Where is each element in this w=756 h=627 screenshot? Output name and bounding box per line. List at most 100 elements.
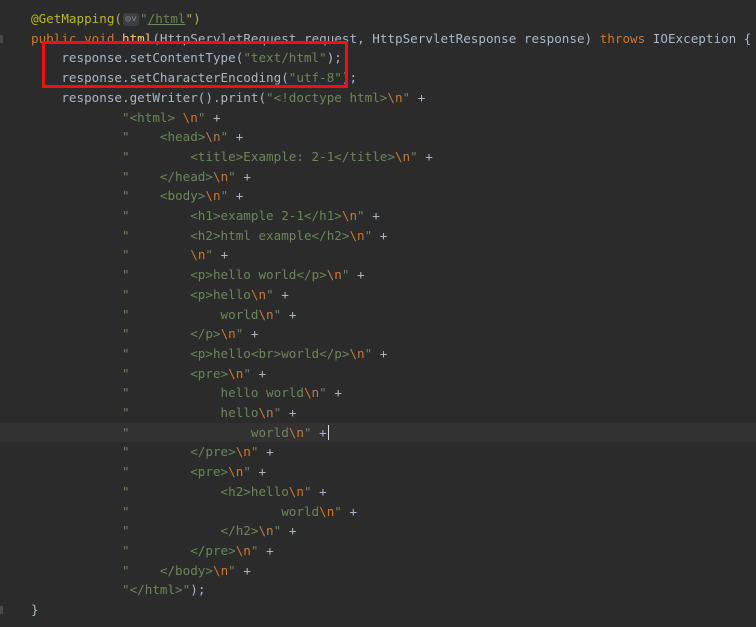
code-line[interactable]: " </p>\n" + — [0, 324, 756, 344]
code-token: " <body> — [31, 188, 206, 204]
code-line[interactable]: " world\n" + — [0, 305, 756, 325]
code-token: \n — [235, 444, 251, 460]
code-line[interactable]: " </pre>\n" + — [0, 442, 756, 462]
code-line[interactable]: " world\n" + — [0, 422, 756, 443]
code-line[interactable]: public void html(HttpServletRequest requ… — [0, 29, 756, 49]
code-line[interactable]: " \n" + — [0, 245, 756, 265]
code-line-text: " <body>\n" + — [31, 186, 243, 206]
code-editor[interactable]: @GetMapping(⊙˅ "/html") public void html(H… — [0, 0, 756, 627]
code-line-text: " </h2>\n" + — [31, 521, 296, 541]
code-line[interactable]: " <body>\n" + — [0, 186, 756, 206]
code-token: "text/html" — [243, 50, 327, 66]
code-token: + — [364, 208, 380, 223]
code-token: + — [341, 503, 358, 519]
code-token: \n — [258, 523, 274, 539]
code-line[interactable]: " <p>hello world</p>\n" + — [0, 265, 756, 285]
code-line[interactable]: response.getWriter().print("<!doctype ht… — [0, 88, 756, 108]
code-line[interactable]: " <pre>\n" + — [0, 462, 756, 482]
code-line[interactable]: " <head>\n" + — [0, 127, 756, 147]
code-token: "utf-8" — [288, 70, 342, 86]
code-token: response.setCharacterEncoding( — [31, 70, 289, 86]
code-token: + — [205, 109, 221, 125]
code-line[interactable]: @GetMapping(⊙˅ "/html") — [0, 9, 756, 29]
code-line-text: " </p>\n" + — [31, 324, 259, 344]
code-token: + — [372, 345, 388, 361]
code-line[interactable]: "<html> \n" + — [0, 108, 756, 128]
code-line-text: @GetMapping(⊙˅ "/html") — [31, 9, 201, 29]
code-token: ); — [190, 582, 206, 598]
code-token: \n — [250, 286, 267, 302]
code-token: throws — [599, 30, 653, 46]
code-line-text: " hello\n" + — [31, 403, 296, 423]
code-line[interactable]: " <p>hello\n" + — [0, 285, 756, 305]
code-token: " world — [31, 503, 320, 519]
code-token: "<!doctype html> — [266, 89, 388, 105]
code-token: \n — [220, 326, 236, 342]
code-token: " </body> — [31, 562, 213, 578]
fold-marker-icon[interactable] — [0, 34, 3, 43]
code-token: + — [258, 542, 274, 558]
fold-marker-icon[interactable] — [0, 606, 3, 614]
code-line[interactable]: " world\n" + — [0, 502, 756, 522]
code-line[interactable]: " </head>\n" + — [0, 167, 756, 187]
code-line-text: " world\n" + — [31, 502, 357, 522]
code-token: \n — [394, 148, 411, 164]
code-line[interactable]: " <h2>html example</h2>\n" + — [0, 226, 756, 246]
code-token: + — [417, 148, 433, 164]
code-token: \n — [212, 168, 229, 184]
code-line-text: " world\n" + — [31, 305, 296, 325]
code-line[interactable]: " <h2>hello\n" + — [0, 482, 756, 502]
code-line[interactable]: " </pre>\n" + — [0, 541, 756, 561]
code-token: " world — [31, 424, 289, 440]
code-token: , HttpServletResponse response) — [357, 30, 600, 46]
web-endpoint-inlay-icon[interactable]: ⊙˅ — [123, 13, 140, 26]
code-line[interactable]: " </h2>\n" + — [0, 521, 756, 541]
code-line[interactable]: } — [0, 600, 756, 620]
code-line[interactable]: " hello\n" + — [0, 403, 756, 423]
code-line-text: " <head>\n" + — [31, 127, 243, 147]
code-line[interactable]: " hello world\n" + — [0, 383, 756, 403]
code-token: \n — [205, 188, 221, 204]
code-token: @GetMapping( — [31, 11, 122, 26]
code-line-text: public void html(HttpServletRequest requ… — [31, 29, 751, 49]
code-line[interactable]: " <pre>\n" + — [0, 364, 756, 384]
code-token: " <p>hello — [31, 286, 251, 302]
code-token: \n — [258, 405, 274, 420]
code-line-text: " hello world\n" + — [31, 383, 342, 403]
code-token: " — [243, 365, 251, 381]
code-token: \n — [387, 89, 403, 105]
code-line[interactable]: " <h1>example 2-1</h1>\n" + — [0, 206, 756, 226]
code-token: " world — [31, 306, 259, 322]
code-token: "<html> — [31, 109, 183, 125]
code-line[interactable]: " <p>hello<br>world</p>\n" + — [0, 344, 756, 364]
code-line-text: " <pre>\n" + — [31, 364, 266, 384]
code-token: " — [243, 464, 251, 480]
code-line[interactable]: response.setCharacterEncoding("utf-8"); — [0, 68, 756, 88]
code-token: + — [250, 365, 267, 381]
code-token: \n — [258, 306, 274, 322]
code-line[interactable]: " <title>Example: 2-1</title>\n" + — [0, 147, 756, 167]
code-line-text: " <pre>\n" + — [31, 462, 266, 482]
code-token: " <h2>hello — [31, 483, 289, 499]
code-line[interactable]: " </body>\n" + — [0, 561, 756, 581]
code-line-text: response.setCharacterEncoding("utf-8"); — [31, 68, 357, 88]
code-line[interactable]: "</html>"); — [0, 580, 756, 600]
code-line-text: "</html>"); — [31, 580, 205, 600]
code-token: + — [349, 267, 365, 283]
code-token: " <p>hello world</p> — [31, 267, 327, 283]
code-token: " <h2>html example</h2> — [31, 227, 350, 243]
code-token: + — [235, 562, 251, 578]
code-token: \n — [228, 464, 244, 480]
code-token: \n — [303, 385, 320, 401]
code-token: \n — [319, 503, 335, 519]
code-token: \n — [182, 109, 198, 125]
code-token: \n — [288, 424, 304, 440]
code-token: (HttpServletRequest — [152, 30, 304, 46]
code-token: " — [205, 247, 213, 263]
code-line[interactable]: response.setContentType("text/html"); — [0, 48, 756, 68]
code-token: IOException { — [652, 30, 752, 46]
code-token: " <pre> — [31, 365, 229, 381]
code-token: ); — [341, 70, 358, 86]
code-token: \n — [205, 129, 221, 145]
code-line-text: " <h2>hello\n" + — [31, 482, 327, 502]
